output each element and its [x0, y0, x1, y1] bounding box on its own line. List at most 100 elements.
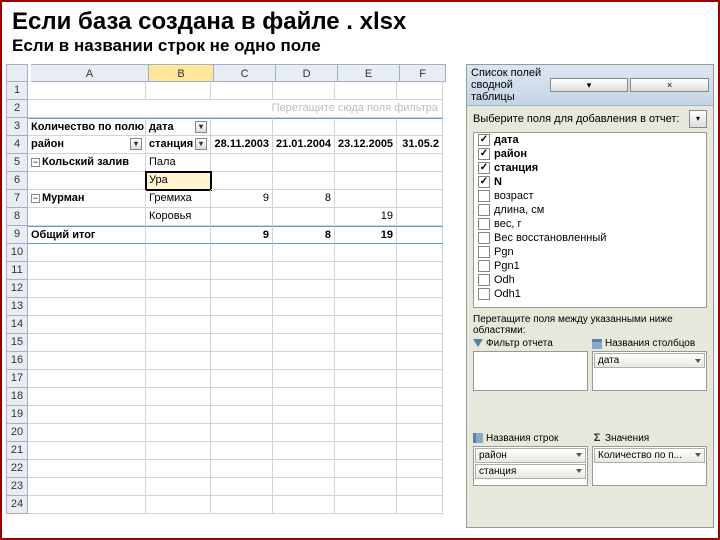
cell[interactable] [273, 388, 335, 406]
row-header[interactable]: 11 [6, 262, 28, 280]
pivot-total[interactable]: 8 [273, 226, 335, 244]
cell[interactable] [335, 442, 397, 460]
values-area[interactable]: Количество по п... [592, 446, 707, 486]
cell[interactable] [146, 370, 211, 388]
cell[interactable] [397, 442, 443, 460]
cell[interactable] [146, 352, 211, 370]
pivot-value[interactable] [335, 172, 397, 190]
area-field-item[interactable]: район [475, 448, 586, 463]
cell[interactable] [397, 496, 443, 514]
cell[interactable] [146, 82, 211, 100]
cell[interactable] [211, 334, 273, 352]
pivot-measure-label[interactable]: Количество по полю N [28, 118, 146, 136]
spreadsheet[interactable]: ABCDEF 12Перетащите сюда поля фильтра3Ко… [6, 64, 462, 528]
row-header[interactable]: 2 [6, 100, 28, 118]
pivot-group[interactable] [28, 208, 146, 226]
cell[interactable] [28, 442, 146, 460]
pane-options-button[interactable]: ▾ [550, 78, 629, 92]
field-checkbox[interactable] [478, 148, 490, 160]
row-header[interactable]: 1 [6, 82, 28, 100]
field-checkbox[interactable] [478, 246, 490, 258]
cell[interactable] [146, 244, 211, 262]
cell[interactable] [211, 316, 273, 334]
cell[interactable] [397, 388, 443, 406]
cell[interactable] [146, 442, 211, 460]
field-item[interactable]: дата [474, 133, 706, 147]
cell[interactable] [28, 496, 146, 514]
pivot-value[interactable] [211, 208, 273, 226]
cell[interactable] [28, 406, 146, 424]
cell[interactable] [28, 424, 146, 442]
cell[interactable] [28, 262, 146, 280]
field-item[interactable]: район [474, 147, 706, 161]
column-header-C[interactable]: C [214, 64, 276, 82]
pivot-total[interactable]: 9 [211, 226, 273, 244]
collapse-icon[interactable]: − [31, 158, 40, 167]
field-item[interactable]: Вес восстановленный [474, 231, 706, 245]
row-header[interactable]: 5 [6, 154, 28, 172]
cell[interactable] [146, 496, 211, 514]
cell[interactable] [273, 262, 335, 280]
cell[interactable] [273, 298, 335, 316]
cell[interactable] [397, 478, 443, 496]
cell[interactable] [211, 496, 273, 514]
cell[interactable] [28, 316, 146, 334]
cell[interactable] [28, 388, 146, 406]
cell[interactable] [146, 334, 211, 352]
field-checkbox[interactable] [478, 134, 490, 146]
cell[interactable] [273, 442, 335, 460]
cell[interactable] [273, 460, 335, 478]
pivot-total[interactable] [397, 226, 443, 244]
cell[interactable] [211, 460, 273, 478]
row-header[interactable]: 6 [6, 172, 28, 190]
row-header[interactable]: 3 [6, 118, 28, 136]
field-item[interactable]: длина, см [474, 203, 706, 217]
pivot-row-field-1[interactable]: район▾ [28, 136, 146, 154]
cell[interactable] [335, 496, 397, 514]
pivot-station[interactable]: Коровья [146, 208, 211, 226]
cell[interactable] [146, 478, 211, 496]
column-header-B[interactable]: B [149, 64, 214, 82]
cell[interactable] [211, 280, 273, 298]
field-item[interactable]: возраст [474, 189, 706, 203]
pivot-col-field[interactable]: дата▾ [146, 118, 211, 136]
filter-area[interactable] [473, 351, 588, 391]
row-header[interactable]: 15 [6, 334, 28, 352]
dropdown-icon[interactable]: ▾ [195, 121, 207, 133]
row-header[interactable]: 13 [6, 298, 28, 316]
pivot-value[interactable]: 19 [335, 208, 397, 226]
pivot-value[interactable] [397, 208, 443, 226]
pivot-value[interactable] [335, 190, 397, 208]
pivot-value[interactable] [397, 172, 443, 190]
cell[interactable] [146, 388, 211, 406]
cell[interactable] [273, 478, 335, 496]
cell[interactable] [335, 478, 397, 496]
select-all-corner[interactable] [6, 64, 28, 82]
field-checkbox[interactable] [478, 288, 490, 300]
row-header[interactable]: 21 [6, 442, 28, 460]
column-header-E[interactable]: E [338, 64, 400, 82]
cell[interactable] [146, 226, 211, 244]
dropdown-icon[interactable]: ▾ [130, 138, 142, 150]
pivot-value[interactable] [211, 154, 273, 172]
row-header[interactable]: 23 [6, 478, 28, 496]
cell[interactable] [146, 424, 211, 442]
cell[interactable] [397, 298, 443, 316]
cell[interactable] [335, 82, 397, 100]
rows-area[interactable]: районстанция [473, 446, 588, 486]
cell[interactable] [28, 352, 146, 370]
cell[interactable] [335, 424, 397, 442]
field-checkbox[interactable] [478, 162, 490, 174]
cell[interactable] [335, 352, 397, 370]
field-checkbox[interactable] [478, 218, 490, 230]
field-item[interactable]: N [474, 175, 706, 189]
pivot-value[interactable] [273, 172, 335, 190]
field-item[interactable]: Odh1 [474, 287, 706, 301]
pivot-value[interactable] [335, 154, 397, 172]
cell[interactable] [397, 244, 443, 262]
cell[interactable] [211, 82, 273, 100]
cell[interactable] [397, 460, 443, 478]
cell[interactable] [146, 460, 211, 478]
column-header-F[interactable]: F [400, 64, 446, 82]
pivot-group[interactable] [28, 172, 146, 190]
